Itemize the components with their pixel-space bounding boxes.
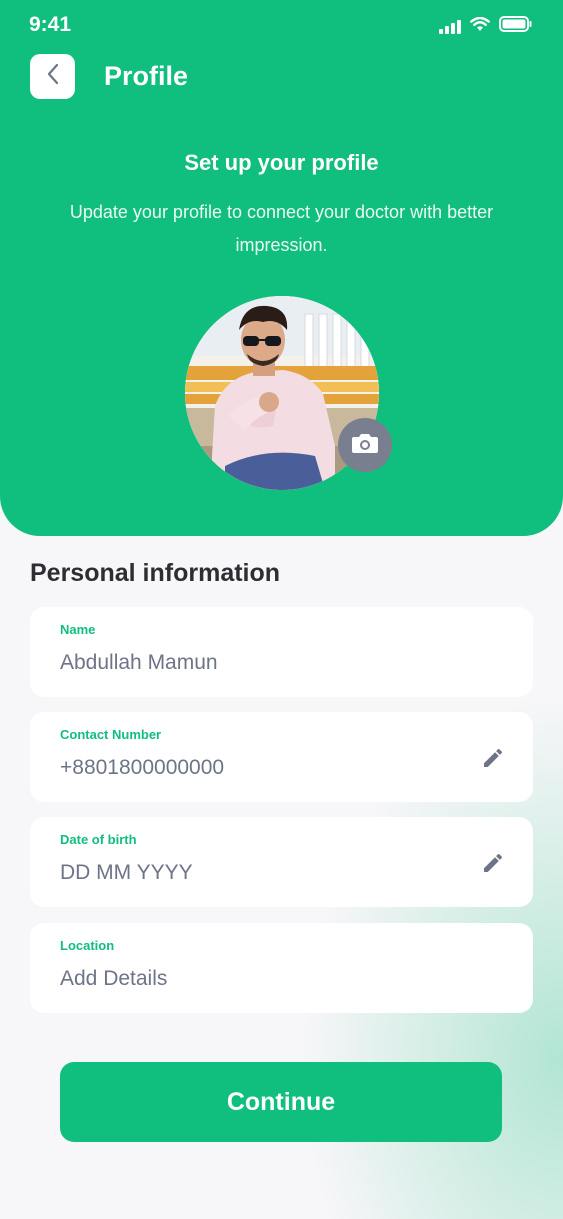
continue-button[interactable]: Continue <box>60 1062 502 1142</box>
name-field[interactable]: Name Abdullah Mamun <box>30 607 533 697</box>
pencil-icon[interactable] <box>481 851 505 875</box>
status-icons <box>439 16 533 37</box>
field-value: Add Details <box>60 967 168 990</box>
field-label: Name <box>60 622 96 637</box>
contact-number-field[interactable]: Contact Number +8801800000000 <box>30 712 533 802</box>
signal-icon <box>439 19 461 34</box>
field-label: Location <box>60 938 115 953</box>
field-value: Abdullah Mamun <box>60 651 218 674</box>
field-value: +8801800000000 <box>60 756 225 779</box>
page-title: Profile <box>104 61 189 91</box>
status-time: 9:41 <box>29 13 72 36</box>
field-label: Date of birth <box>60 832 137 847</box>
field-label: Contact Number <box>60 727 162 742</box>
location-field[interactable]: Location Add Details <box>30 923 533 1013</box>
battery-icon <box>499 16 533 37</box>
field-value: DD MM YYYY <box>60 861 193 884</box>
back-button[interactable] <box>30 54 75 99</box>
wifi-icon <box>470 16 490 37</box>
camera-icon <box>351 432 379 459</box>
setup-subtitle: Update your profile to connect your doct… <box>69 202 494 255</box>
section-title: Personal information <box>30 559 281 587</box>
status-bar: 9:41 <box>0 0 563 52</box>
change-photo-button[interactable] <box>338 418 392 472</box>
chevron-left-icon <box>46 63 60 90</box>
date-of-birth-field[interactable]: Date of birth DD MM YYYY <box>30 817 533 907</box>
pencil-icon[interactable] <box>481 746 505 770</box>
setup-heading: Set up your profile <box>184 150 379 175</box>
